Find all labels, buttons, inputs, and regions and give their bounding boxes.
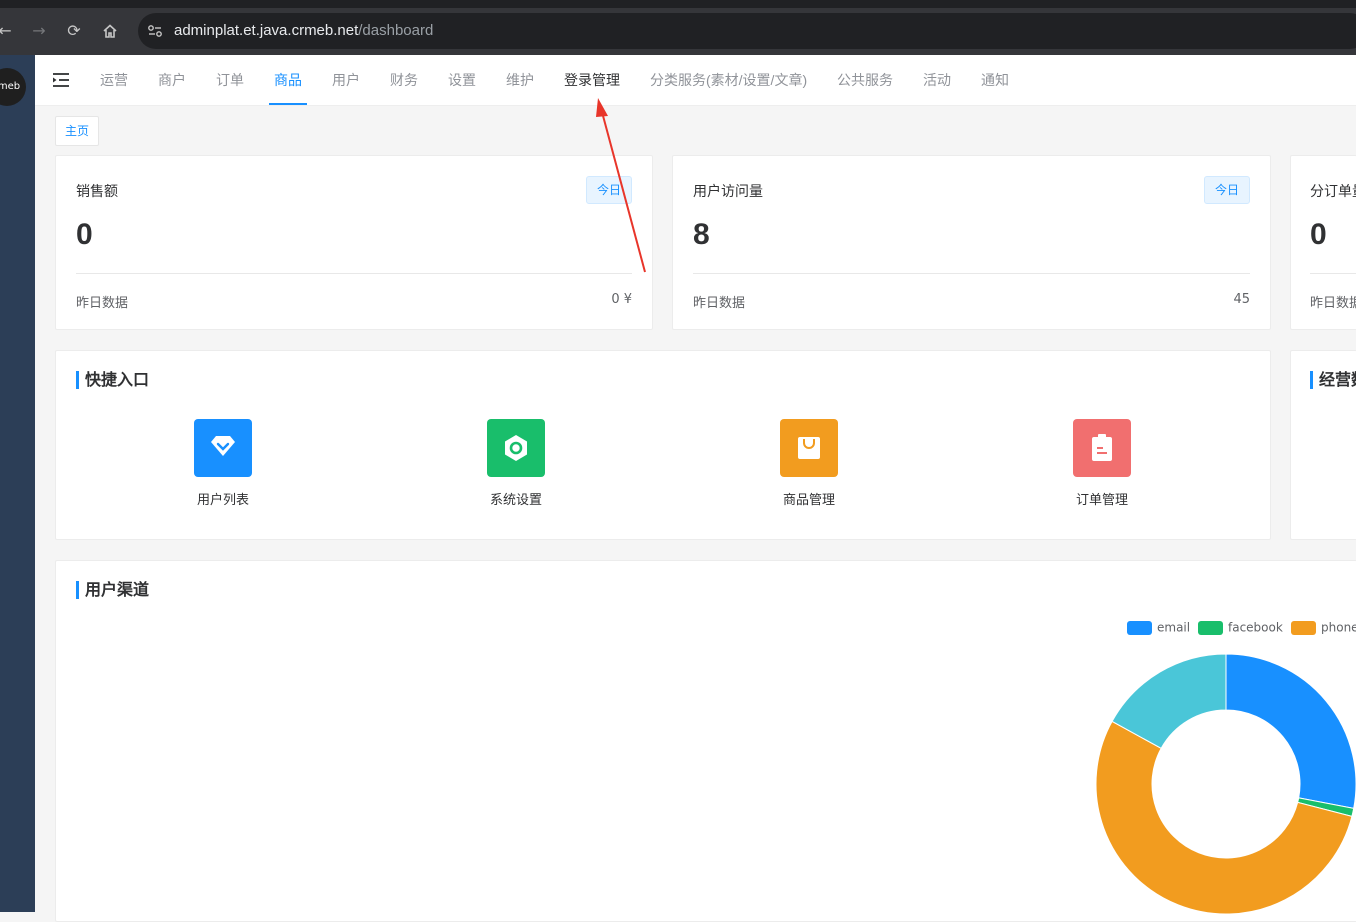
url-host: adminplat.et.java.crmeb.net: [174, 22, 359, 39]
section-title: 经营数: [1310, 371, 1356, 389]
stat-foot-label: 昨日数据: [693, 296, 746, 311]
url-path: /dashboard: [358, 22, 434, 39]
site-settings-icon[interactable]: [146, 22, 164, 40]
section-title: 快捷入口: [76, 371, 149, 389]
nav-item-login-management[interactable]: 登录管理: [564, 55, 620, 105]
quick-entry-label: 用户列表: [196, 493, 249, 508]
quick-entry-system-settings[interactable]: 系统设置: [456, 419, 576, 508]
quick-entry-label: 商品管理: [782, 493, 835, 508]
stat-card-orders: 分订单量 0 昨日数据: [1290, 155, 1356, 330]
quick-entry-label: 系统设置: [489, 493, 542, 508]
divider: [693, 273, 1250, 274]
url-text: adminplat.et.java.crmeb.net/dashboard: [174, 22, 433, 39]
nav-item-merchants[interactable]: 商户: [158, 55, 186, 105]
menu-toggle-icon[interactable]: [52, 71, 70, 89]
settings-hex-icon: [487, 419, 545, 477]
browser-toolbar: ← → ⟳ adminplat.et.java.crmeb.net/dashbo…: [0, 0, 1356, 55]
stat-card-user-visits: 用户访问量 今日 8 昨日数据 45: [672, 155, 1271, 330]
home-icon[interactable]: [99, 20, 121, 42]
today-tag: 今日: [586, 176, 632, 204]
donut-slice-email[interactable]: [1225, 653, 1356, 809]
back-icon[interactable]: ←: [0, 20, 16, 42]
address-bar[interactable]: adminplat.et.java.crmeb.net/dashboard: [138, 13, 1356, 49]
shopping-bag-icon: [780, 419, 838, 477]
quick-entry-panel: 快捷入口 用户列表 系统设置 商品管理 订单管理: [55, 350, 1271, 540]
nav-item-operations[interactable]: 运营: [100, 55, 128, 105]
today-tag: 今日: [1204, 176, 1250, 204]
divider: [1310, 273, 1356, 274]
stat-foot-value: 45: [1233, 292, 1250, 307]
nav-item-category-services[interactable]: 分类服务(素材/设置/文章): [650, 55, 807, 105]
user-channel-panel: 用户渠道 email facebook phone: [55, 560, 1356, 922]
stat-card-sales: 销售额 今日 0 昨日数据 0 ¥: [55, 155, 653, 330]
divider: [76, 273, 632, 274]
nav-item-notifications[interactable]: 通知: [981, 55, 1009, 105]
stat-foot-label: 昨日数据: [76, 296, 129, 311]
nav-item-products[interactable]: 商品: [269, 55, 307, 105]
business-data-panel: 经营数: [1290, 350, 1356, 540]
stat-value: 0: [76, 218, 93, 251]
forward-icon[interactable]: →: [28, 20, 50, 42]
sidebar: rmeb: [0, 55, 35, 912]
clipboard-icon: [1073, 419, 1131, 477]
diamond-icon: [194, 419, 252, 477]
nav-item-maintenance[interactable]: 维护: [506, 55, 534, 105]
quick-entry-product-management[interactable]: 商品管理: [749, 419, 869, 508]
browser-tab-strip: [0, 0, 1356, 8]
user-channel-donut-chart: [1095, 653, 1356, 915]
stat-title: 用户访问量: [693, 184, 763, 200]
breadcrumb-home-tag[interactable]: 主页: [55, 116, 99, 146]
reload-icon[interactable]: ⟳: [63, 20, 85, 42]
stat-value: 0: [1310, 218, 1327, 251]
quick-entry-user-list[interactable]: 用户列表: [163, 419, 283, 508]
stat-title: 分订单量: [1310, 184, 1356, 200]
nav-item-activities[interactable]: 活动: [923, 55, 951, 105]
nav-item-finance[interactable]: 财务: [390, 55, 418, 105]
nav-item-public-services[interactable]: 公共服务: [837, 55, 893, 105]
stat-value: 8: [693, 218, 710, 251]
quick-entry-order-management[interactable]: 订单管理: [1042, 419, 1162, 508]
logo[interactable]: rmeb: [0, 68, 26, 106]
logo-text: rmeb: [0, 81, 21, 92]
nav-item-orders[interactable]: 订单: [216, 55, 244, 105]
top-navigation: 运营 商户 订单 商品 用户 财务 设置 维护 登录管理 分类服务(素材/设置/…: [35, 55, 1356, 106]
stat-foot-value: 0 ¥: [611, 292, 632, 307]
stat-title: 销售额: [76, 184, 118, 200]
nav-item-settings[interactable]: 设置: [448, 55, 476, 105]
stat-foot-label: 昨日数据: [1310, 296, 1356, 311]
nav-item-users[interactable]: 用户: [332, 55, 360, 105]
quick-entry-label: 订单管理: [1075, 493, 1128, 508]
